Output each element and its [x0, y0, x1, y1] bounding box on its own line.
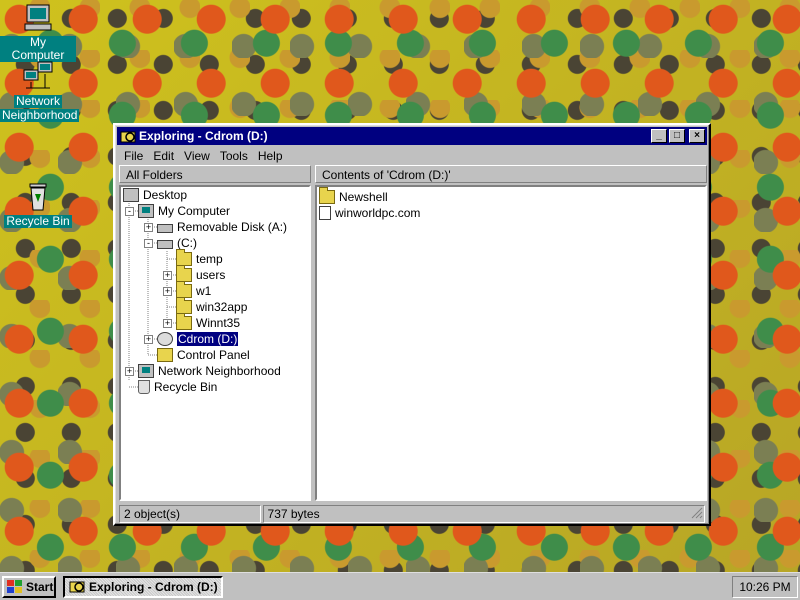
list-item-newshell[interactable]: Newshell: [319, 187, 388, 205]
list-item-label: winworldpc.com: [335, 206, 421, 220]
desktop-icon-label-line1: Network: [13, 94, 62, 108]
windows-logo-icon: [7, 580, 23, 594]
tree-item-label: w1: [196, 284, 212, 298]
folder-icon: [319, 187, 335, 204]
network-icon: [138, 364, 154, 378]
menu-bar: File Edit View Tools Help: [119, 147, 705, 165]
expand-toggle[interactable]: +: [163, 270, 172, 280]
recycle-bin-icon: [138, 380, 150, 394]
contents-header[interactable]: Contents of 'Cdrom (D:)': [315, 165, 707, 183]
floppy-drive-icon: [157, 224, 173, 233]
expand-toggle[interactable]: +: [144, 334, 153, 344]
tree-item-label: Recycle Bin: [154, 380, 218, 394]
tree-item-winnt35[interactable]: + Winnt35: [163, 313, 241, 331]
document-icon: [319, 206, 331, 220]
start-button[interactable]: Start: [2, 576, 56, 598]
tree-item-desktop[interactable]: Desktop: [123, 187, 187, 203]
system-tray-clock[interactable]: 10:26 PM: [732, 576, 798, 598]
tree-item-label: Network Neighborhood: [158, 364, 281, 378]
folder-icon: [176, 297, 192, 314]
status-object-count: 2 object(s): [119, 505, 261, 523]
recycle-bin-icon: [22, 180, 54, 212]
folder-tree[interactable]: Desktop - My Computer + Removable Disk (…: [119, 185, 311, 501]
status-bar: 2 object(s) 737 bytes: [119, 505, 705, 523]
network-icon: [22, 60, 54, 92]
tree-item-label: Control Panel: [177, 348, 250, 362]
menu-file[interactable]: File: [119, 149, 148, 163]
status-size: 737 bytes: [262, 505, 705, 523]
desktop-icon-recycle-bin[interactable]: Recycle Bin: [0, 180, 76, 228]
menu-view[interactable]: View: [179, 149, 215, 163]
folder-icon: [176, 313, 192, 330]
tree-item-label: temp: [196, 252, 223, 266]
tree-item-w1[interactable]: + w1: [163, 281, 212, 299]
window-title: Exploring - Cdrom (D:): [139, 129, 268, 143]
tree-item-cdrom[interactable]: + Cdrom (D:): [144, 331, 240, 347]
collapse-toggle[interactable]: -: [144, 238, 153, 248]
minimize-button[interactable]: _: [651, 129, 667, 143]
desktop-icon-my-computer[interactable]: My Computer: [0, 2, 76, 62]
tree-item-win32app[interactable]: win32app: [176, 297, 248, 315]
control-panel-icon: [157, 348, 173, 362]
expand-toggle[interactable]: +: [144, 222, 153, 232]
tree-item-label: users: [196, 268, 226, 282]
explorer-icon: [69, 578, 85, 597]
my-computer-icon: [22, 2, 54, 34]
desktop-icon-label: Recycle Bin: [4, 214, 72, 228]
folder-icon: [176, 249, 192, 266]
tree-item-removable-disk[interactable]: + Removable Disk (A:): [144, 219, 287, 235]
desktop-icon-label: My Computer: [0, 36, 76, 62]
maximize-button[interactable]: □: [669, 129, 685, 143]
tree-item-my-computer[interactable]: - My Computer: [125, 203, 230, 219]
resize-grip-icon[interactable]: [691, 507, 703, 519]
desktop-icon: [123, 188, 139, 202]
cdrom-icon: [157, 332, 173, 346]
tree-item-label-selected: Cdrom (D:): [175, 331, 240, 347]
tree-item-label: win32app: [196, 300, 248, 314]
tree-header: All Folders: [119, 165, 311, 183]
computer-icon: [138, 204, 154, 218]
tree-item-label: Desktop: [143, 188, 188, 202]
list-item-winworldpc[interactable]: winworldpc.com: [319, 205, 420, 221]
menu-edit[interactable]: Edit: [148, 149, 179, 163]
collapse-toggle[interactable]: -: [125, 206, 134, 216]
explorer-window[interactable]: Exploring - Cdrom (D:) _ □ × File Edit V…: [113, 123, 711, 526]
tree-item-label: My Computer: [158, 204, 231, 218]
expand-toggle[interactable]: +: [163, 318, 172, 328]
menu-tools[interactable]: Tools: [215, 149, 253, 163]
taskbar: Start Exploring - Cdrom (D:) 10:26 PM: [0, 572, 800, 600]
desktop-icon-label-line2: Neighborhood: [0, 108, 80, 122]
title-bar[interactable]: Exploring - Cdrom (D:) _ □ ×: [117, 127, 707, 145]
list-item-label: Newshell: [339, 190, 388, 204]
menu-help[interactable]: Help: [253, 149, 288, 163]
start-label: Start: [26, 580, 54, 594]
desktop-icon-network-neighborhood[interactable]: Network Neighborhood: [0, 60, 80, 122]
tree-item-label: Winnt35: [196, 316, 241, 330]
taskbar-button-explorer[interactable]: Exploring - Cdrom (D:): [63, 576, 223, 598]
tree-item-label: (C:): [177, 236, 197, 250]
contents-pane[interactable]: Newshell winworldpc.com: [315, 185, 707, 501]
tree-item-users[interactable]: + users: [163, 265, 226, 283]
tree-item-control-panel[interactable]: Control Panel: [157, 347, 250, 363]
tree-item-network-neighborhood[interactable]: + Network Neighborhood: [125, 363, 281, 379]
hard-drive-icon: [157, 240, 173, 249]
tree-item-label: Removable Disk (A:): [177, 220, 288, 234]
tree-item-c-drive[interactable]: - (C:): [144, 235, 197, 251]
folder-icon: [176, 265, 192, 282]
close-button[interactable]: ×: [689, 129, 705, 143]
expand-toggle[interactable]: +: [163, 286, 172, 296]
folder-icon: [176, 281, 192, 298]
tree-item-recycle-bin[interactable]: Recycle Bin: [138, 379, 217, 395]
explorer-icon: [120, 128, 136, 144]
expand-toggle[interactable]: +: [125, 366, 134, 376]
taskbar-button-label: Exploring - Cdrom (D:): [89, 580, 218, 594]
